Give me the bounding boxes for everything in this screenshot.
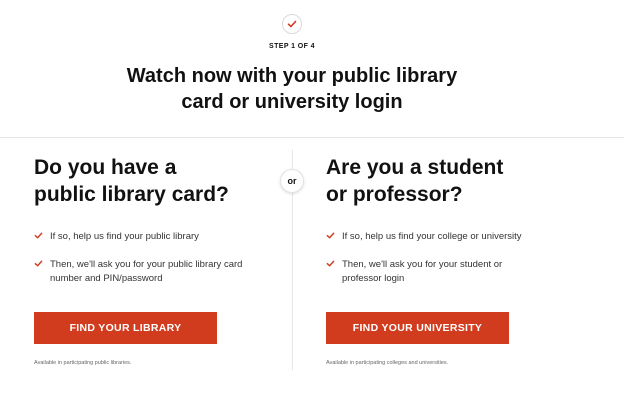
checkmark-icon xyxy=(326,260,335,267)
page-title-line-2: card or university login xyxy=(181,91,403,113)
university-heading-line-1: Are you a student xyxy=(326,156,504,179)
find-university-button[interactable]: FIND YOUR UNIVERSITY xyxy=(326,312,509,344)
or-badge: or xyxy=(280,169,304,193)
library-check-item: Then, we'll ask you for your public libr… xyxy=(34,258,274,286)
library-checklist: If so, help us find your public library … xyxy=(34,230,274,286)
library-availability-note: Available in participating public librar… xyxy=(34,360,132,366)
university-heading-line-2: or professor? xyxy=(326,183,463,206)
university-check-text-line-1: Then, we'll ask you for your student or xyxy=(342,259,503,270)
library-check-text-line-1: Then, we'll ask you for your public libr… xyxy=(50,259,243,270)
page-title-line-1: Watch now with your public library xyxy=(126,65,458,87)
library-heading: Do you have a public library card? xyxy=(34,154,274,208)
university-availability-note: Available in participating colleges and … xyxy=(326,360,449,366)
library-heading-line-1: Do you have a xyxy=(34,156,177,179)
checkmark-icon xyxy=(326,232,335,239)
university-heading: Are you a student or professor? xyxy=(326,154,566,208)
university-check-item: If so, help us find your college or univ… xyxy=(326,230,566,244)
university-checklist: If so, help us find your college or univ… xyxy=(326,230,566,286)
university-check-text-line-2: professor login xyxy=(342,273,405,284)
library-check-item: If so, help us find your public library xyxy=(34,230,274,244)
checkmark-icon xyxy=(34,260,43,267)
library-section: Do you have a public library card? If so… xyxy=(34,154,274,366)
university-check-text: If so, help us find your college or univ… xyxy=(342,231,522,242)
library-heading-line-2: public library card? xyxy=(34,183,229,206)
find-library-button[interactable]: FIND YOUR LIBRARY xyxy=(34,312,217,344)
library-check-text: If so, help us find your public library xyxy=(50,231,199,242)
horizontal-divider xyxy=(0,137,624,138)
step-label: STEP 1 OF 4 xyxy=(269,43,315,50)
checkmark-icon xyxy=(34,232,43,239)
university-section: Are you a student or professor? If so, h… xyxy=(326,154,566,366)
page-title: Watch now with your public library card … xyxy=(0,63,584,115)
university-check-item: Then, we'll ask you for your student or … xyxy=(326,258,566,286)
step-check-icon xyxy=(282,14,302,34)
library-check-text-line-2: number and PIN/password xyxy=(50,273,163,284)
